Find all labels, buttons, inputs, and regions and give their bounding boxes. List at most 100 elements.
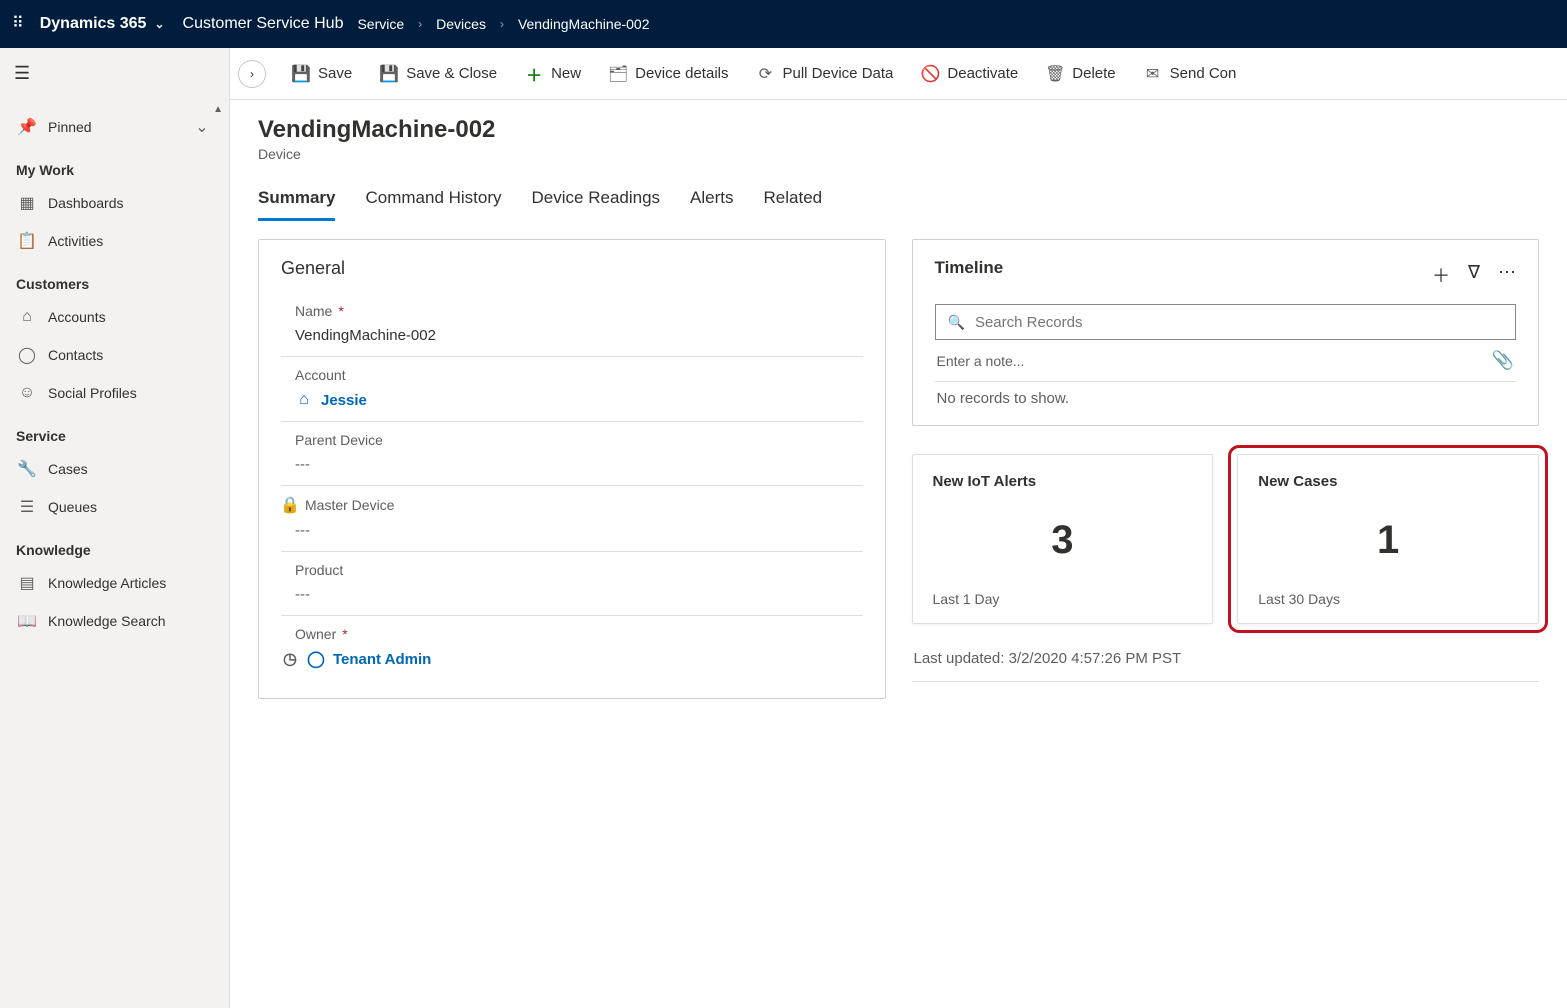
sidebar-item-label: Accounts — [48, 309, 211, 325]
tab-command-history[interactable]: Command History — [365, 182, 501, 221]
send-button[interactable]: ✉Send Con — [1132, 59, 1249, 89]
filter-icon[interactable]: ∇ — [1468, 262, 1480, 288]
sidebar-item-label: Knowledge Search — [48, 613, 211, 629]
timeline-card: Timeline ＋ ∇ ⋯ 🔍 Enter a n — [912, 239, 1540, 426]
field-value: --- — [281, 578, 863, 603]
field-value: --- — [281, 514, 863, 539]
sidebar-item-label: Pinned — [48, 119, 181, 135]
search-icon: 🔍 — [948, 314, 965, 331]
chevron-down-icon: ⌄ — [154, 17, 164, 31]
tab-strip: Summary Command History Device Readings … — [258, 182, 1539, 221]
sidebar-group-title: Service — [0, 412, 229, 450]
chevron-right-icon: › — [418, 17, 422, 31]
tab-related[interactable]: Related — [764, 182, 823, 221]
sidebar-item-label: Contacts — [48, 347, 211, 363]
dashboard-icon: ▦ — [18, 194, 36, 212]
bar-expand-icon[interactable]: › — [238, 60, 266, 88]
chevron-down-icon: ⌄ — [193, 118, 211, 136]
sidebar-item-label: Cases — [48, 461, 211, 477]
field-parent-device[interactable]: Parent Device --- — [281, 422, 863, 486]
sidebar-item-pinned[interactable]: 📌 Pinned ⌄ — [0, 108, 229, 146]
pull-data-button[interactable]: ⟳Pull Device Data — [745, 59, 906, 89]
breadcrumb: Customer Service Hub Service › Devices ›… — [183, 15, 650, 33]
sidebar-item-label: Queues — [48, 499, 211, 515]
account-link[interactable]: ⌂ Jessie — [281, 383, 863, 409]
wrench-icon: 🔧 — [18, 460, 36, 478]
sidebar: ☰ ▲ 📌 Pinned ⌄ My Work ▦ Dashboards 📋 Ac… — [0, 48, 230, 1008]
note-input[interactable]: Enter a note... 📎 — [935, 340, 1517, 382]
field-value: VendingMachine-002 — [281, 319, 863, 344]
details-icon: 🗂 — [609, 65, 627, 83]
crumb-service[interactable]: Service — [357, 16, 404, 32]
new-button[interactable]: ＋New — [513, 59, 593, 89]
field-product[interactable]: Product --- — [281, 552, 863, 616]
main: › 💾Save 💾Save & Close ＋New 🗂Device detai… — [230, 48, 1567, 1008]
book-icon: 📖 — [18, 612, 36, 630]
sidebar-item-queues[interactable]: ☰ Queues — [0, 488, 229, 526]
deactivate-icon: 🚫 — [921, 65, 939, 83]
attachment-icon[interactable]: 📎 — [1492, 350, 1514, 371]
sidebar-item-accounts[interactable]: ⌂ Accounts — [0, 298, 229, 336]
pin-icon: 📌 — [18, 118, 36, 136]
timeline-empty: No records to show. — [935, 382, 1517, 407]
field-master-device[interactable]: 🔒Master Device --- — [281, 486, 863, 552]
deactivate-button[interactable]: 🚫Deactivate — [909, 59, 1030, 89]
save-icon: 💾 — [292, 65, 310, 83]
crumb-current[interactable]: VendingMachine-002 — [518, 16, 650, 32]
general-card: General Name* VendingMachine-002 Account… — [258, 239, 886, 699]
add-icon[interactable]: ＋ — [1432, 262, 1450, 288]
stat-cases[interactable]: New Cases 1 Last 30 Days — [1237, 454, 1539, 624]
stat-footer: Last 30 Days — [1258, 591, 1518, 607]
pull-icon: ⟳ — [757, 65, 775, 83]
hamburger-icon[interactable]: ☰ — [14, 63, 30, 84]
send-icon: ✉ — [1144, 65, 1162, 83]
field-value: --- — [281, 448, 863, 473]
general-heading: General — [281, 258, 863, 279]
tab-device-readings[interactable]: Device Readings — [532, 182, 661, 221]
person-icon: ◯ — [18, 346, 36, 364]
device-details-button[interactable]: 🗂Device details — [597, 59, 740, 89]
field-name[interactable]: Name* VendingMachine-002 — [281, 293, 863, 357]
stat-value: 3 — [933, 490, 1193, 591]
account-icon: ⌂ — [295, 391, 313, 409]
sidebar-item-knowledge-search[interactable]: 📖 Knowledge Search — [0, 602, 229, 640]
search-input[interactable] — [975, 314, 1503, 331]
delete-icon: 🗑 — [1046, 65, 1064, 83]
crumb-devices[interactable]: Devices — [436, 16, 486, 32]
sidebar-item-activities[interactable]: 📋 Activities — [0, 222, 229, 260]
brand[interactable]: Dynamics 365 ⌄ — [40, 15, 165, 33]
timeline-search[interactable]: 🔍 — [935, 304, 1517, 340]
chevron-right-icon: › — [500, 17, 504, 31]
owner-link[interactable]: ◷ ◯ Tenant Admin — [281, 642, 863, 668]
stat-value: 1 — [1258, 490, 1518, 591]
save-close-button[interactable]: 💾Save & Close — [368, 59, 509, 89]
collapse-up-icon[interactable]: ▲ — [213, 104, 223, 115]
last-updated: Last updated: 3/2/2020 4:57:26 PM PST — [912, 642, 1540, 682]
required-icon: * — [338, 303, 343, 319]
clipboard-icon: 📋 — [18, 232, 36, 250]
sidebar-item-dashboards[interactable]: ▦ Dashboards — [0, 184, 229, 222]
field-account[interactable]: Account ⌂ Jessie — [281, 357, 863, 422]
sidebar-item-contacts[interactable]: ◯ Contacts — [0, 336, 229, 374]
stat-alerts[interactable]: New IoT Alerts 3 Last 1 Day — [912, 454, 1214, 624]
social-icon: ☺ — [18, 384, 36, 402]
save-button[interactable]: 💾Save — [280, 59, 364, 89]
page: VendingMachine-002 Device Summary Comman… — [230, 100, 1567, 1008]
hub-name[interactable]: Customer Service Hub — [183, 15, 344, 33]
delete-button[interactable]: 🗑Delete — [1034, 59, 1127, 89]
stat-title: New IoT Alerts — [933, 473, 1193, 490]
field-owner[interactable]: Owner* ◷ ◯ Tenant Admin — [281, 616, 863, 680]
brand-label: Dynamics 365 — [40, 15, 147, 33]
timeline-heading: Timeline — [935, 258, 1004, 278]
queue-icon: ☰ — [18, 498, 36, 516]
note-placeholder: Enter a note... — [937, 353, 1025, 369]
app-launcher-icon[interactable]: ⠿ — [12, 19, 22, 29]
sidebar-group-title: Customers — [0, 260, 229, 298]
sidebar-item-cases[interactable]: 🔧 Cases — [0, 450, 229, 488]
sidebar-item-social[interactable]: ☺ Social Profiles — [0, 374, 229, 412]
more-icon[interactable]: ⋯ — [1498, 262, 1516, 288]
recent-icon: ◷ — [281, 650, 299, 668]
tab-summary[interactable]: Summary — [258, 182, 335, 221]
tab-alerts[interactable]: Alerts — [690, 182, 733, 221]
sidebar-item-knowledge-articles[interactable]: ▤ Knowledge Articles — [0, 564, 229, 602]
